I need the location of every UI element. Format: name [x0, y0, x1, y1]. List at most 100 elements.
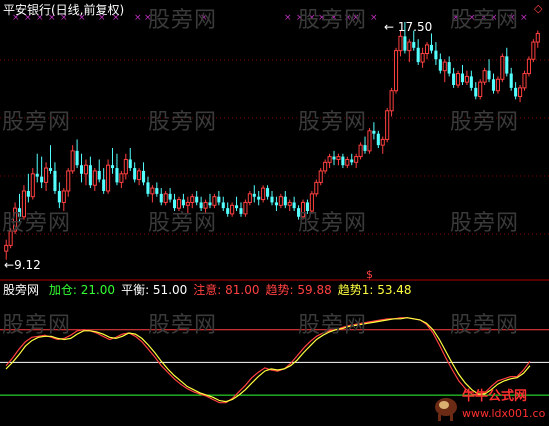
candle-body	[75, 150, 79, 166]
candle-body	[367, 130, 372, 152]
site-logo: 牛牛公式网 www.ldx001.com	[432, 386, 546, 424]
candle-body	[327, 156, 332, 163]
candle-body	[469, 76, 473, 88]
candle-body	[491, 79, 496, 91]
candle-body	[420, 53, 425, 63]
candle-body	[146, 182, 150, 194]
candle-body	[514, 87, 518, 97]
candle-body	[429, 44, 434, 51]
candle-body	[482, 70, 487, 83]
watermark: 股旁网	[2, 211, 72, 236]
chart-stage: × × × × × × × × × × × × × × × × × × × × × × × × × 股旁网 股旁网 股旁网 股旁…	[0, 0, 549, 426]
signal-x-marker: ×	[134, 13, 142, 23]
candle-body	[243, 201, 248, 215]
candle-body	[217, 196, 221, 203]
candle-body	[452, 73, 456, 86]
candle-body	[474, 87, 478, 97]
candle-body	[531, 41, 536, 60]
watermark: 股旁网	[148, 110, 218, 135]
candle-body	[278, 196, 283, 206]
candle-body	[252, 193, 256, 197]
candle-body	[119, 173, 124, 183]
candle-body	[230, 204, 235, 215]
candle-body	[221, 202, 225, 209]
svg-text:牛牛公式网: 牛牛公式网	[462, 388, 527, 404]
signal-x-marker: ×	[370, 13, 378, 23]
candle-body	[137, 170, 142, 181]
candle-body	[274, 202, 278, 206]
candle-body	[92, 170, 97, 186]
candle-body	[283, 196, 287, 206]
candle-body	[287, 201, 292, 206]
candle-body	[40, 176, 44, 183]
candle-body	[70, 150, 75, 172]
candle-body	[44, 167, 49, 183]
candle-body	[79, 165, 84, 174]
candle-body	[195, 196, 199, 203]
svg-text:www.ldx001.com: www.ldx001.com	[462, 407, 546, 420]
candle-body	[155, 188, 159, 194]
candle-body	[447, 62, 451, 74]
legend-item: 平衡: 51.00	[121, 283, 188, 297]
candle-body	[487, 70, 491, 80]
candle-body	[336, 156, 341, 160]
candle-body	[190, 196, 195, 203]
watermark: 股旁网	[2, 110, 72, 135]
legend-item: 注意: 81.00	[193, 283, 260, 297]
candle-body	[35, 173, 39, 177]
cow-logo-icon: 牛牛公式网 www.ldx001.com	[435, 388, 546, 421]
legend-item: 趋势1: 53.48	[337, 283, 412, 297]
candle-body	[526, 58, 531, 75]
candle-body	[495, 78, 500, 92]
candle-body	[505, 56, 509, 74]
candle-body	[88, 165, 92, 186]
watermark: 股旁网	[298, 110, 368, 135]
candle-body	[150, 187, 155, 195]
candle-body	[380, 138, 385, 146]
candle-body	[247, 193, 252, 203]
watermark: 股旁网	[298, 313, 368, 338]
watermark: 股旁网	[148, 8, 218, 33]
candle-body	[372, 130, 376, 134]
candle-body	[424, 44, 430, 55]
high-annotation: ← 17.50	[384, 20, 433, 34]
low-annotation: ←9.12	[4, 258, 41, 272]
watermark: 股旁网	[450, 8, 520, 33]
watermark: 股旁网	[148, 211, 218, 236]
candle-body	[4, 244, 9, 252]
candle-body	[53, 170, 57, 191]
candle-body	[235, 205, 239, 209]
candle-body	[270, 196, 274, 203]
candle-body	[261, 187, 266, 201]
candle-body	[385, 110, 390, 140]
legend-item: 趋势: 59.88	[265, 283, 332, 297]
legend-item: 加仓: 21.00	[48, 283, 116, 297]
candle-body	[500, 55, 505, 80]
candle-body	[398, 35, 403, 52]
candle-body	[438, 59, 442, 71]
low-value: 9.12	[14, 258, 41, 272]
candle-body	[323, 161, 328, 172]
candle-body	[412, 42, 416, 48]
candle-body	[318, 170, 323, 183]
indicator-name: 股旁网	[3, 283, 40, 297]
candle-body	[115, 168, 119, 183]
candle-body	[509, 73, 513, 88]
candle-body	[123, 158, 128, 175]
corner-diamond-icon[interactable]: ◇	[534, 2, 542, 16]
candle-body	[66, 170, 71, 192]
candle-body	[518, 87, 523, 97]
candle-body	[358, 144, 363, 158]
candle-body	[97, 170, 101, 180]
candle-body	[257, 196, 261, 200]
signal-marker: $	[366, 268, 373, 281]
watermark: 股旁网	[450, 211, 520, 236]
candle-body	[522, 73, 527, 89]
candle-body	[133, 168, 137, 180]
candle-body	[478, 81, 483, 97]
indicator-legend: 股旁网 加仓: 21.00 平衡: 51.00 注意: 81.00 趋势: 59.88…	[3, 283, 412, 297]
chart-title: 平安银行(日线,前复权)	[3, 3, 125, 17]
candle-body	[455, 73, 461, 86]
candle-body	[341, 156, 345, 166]
watermark: 股旁网	[298, 8, 368, 33]
